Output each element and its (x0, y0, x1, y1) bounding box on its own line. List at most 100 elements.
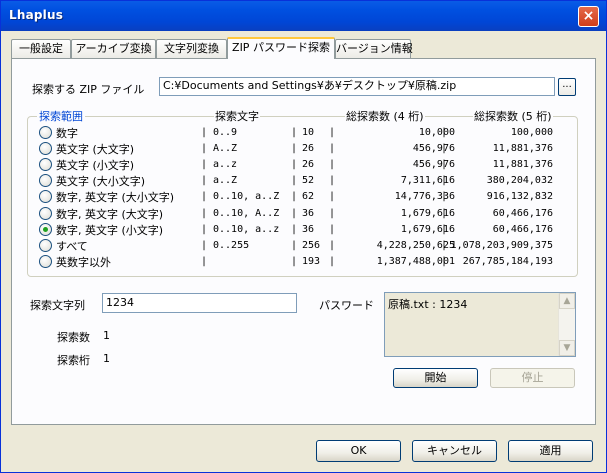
scroll-down-icon[interactable]: ▼ (559, 340, 575, 356)
separator: | (441, 240, 448, 251)
separator: | (291, 240, 298, 251)
range-option-count: 26 (302, 159, 315, 170)
title-bar[interactable]: Lhaplus × (1, 1, 606, 31)
range-option-label: 数字, 英文字 (大小文字) (56, 191, 175, 204)
range-option-count: 36 (302, 224, 315, 235)
separator: | (441, 127, 448, 138)
range-option-label: 数字, 英文字 (小文字) (56, 224, 164, 237)
range-option-total-5: 100,000 (510, 127, 553, 138)
ok-button[interactable]: OK (316, 440, 401, 462)
separator: | (441, 191, 448, 202)
scroll-up-icon[interactable]: ▲ (559, 293, 575, 309)
search-range-legend: 探索範囲 (37, 108, 85, 124)
range-option-total-4: 10,000 (418, 127, 455, 138)
range-option-total-4: 4,228,250,625 (376, 240, 455, 251)
radio-icon[interactable] (39, 158, 52, 171)
window-title: Lhaplus (9, 8, 64, 22)
range-option-count: 36 (302, 208, 315, 219)
range-option-total-5: 916,132,832 (486, 191, 553, 202)
separator: | (441, 159, 448, 170)
radio-icon[interactable] (39, 255, 52, 268)
range-option-row[interactable]: 英数字以外 | | 193 | 1,387,488,001 | 267,785,184,193 (39, 254, 559, 270)
range-option-count: 10 (302, 127, 315, 138)
range-option-row[interactable]: すべて | 0..255 | 256 | 4,228,250,625 | 1,078,203,9… (39, 238, 559, 254)
radio-icon[interactable] (39, 142, 52, 155)
range-option-row[interactable]: 数字 | 0..9 | 10 | 10,000 | 100,000 (39, 125, 559, 141)
radio-icon[interactable] (39, 126, 52, 139)
separator: | (201, 240, 208, 251)
separator: | (201, 208, 208, 219)
separator: | (291, 224, 298, 235)
separator: | (291, 256, 298, 267)
range-option-label: 英文字 (大文字) (56, 143, 135, 156)
separator: | (291, 208, 298, 219)
separator: | (201, 175, 208, 186)
range-option-count: 62 (302, 191, 315, 202)
separator: | (441, 143, 448, 154)
range-option-label: 英数字以外 (56, 256, 111, 269)
separator: | (291, 191, 298, 202)
header-chars: 探索文字 (214, 108, 260, 124)
range-option-total-4: 14,776,336 (394, 191, 455, 202)
separator: | (291, 143, 298, 154)
separator: | (201, 127, 208, 138)
range-option-chars: 0..10, a..Z (213, 191, 280, 202)
range-option-total-4: 7,311,616 (400, 175, 455, 186)
range-option-total-5: 60,466,176 (492, 224, 553, 235)
tab-zip-password-search[interactable]: ZIP パスワード探索 (227, 37, 335, 59)
range-option-total-4: 1,679,616 (400, 208, 455, 219)
password-value: 原稿.txt : 1234 (388, 298, 468, 311)
range-option-label: すべて (56, 240, 88, 253)
range-option-row[interactable]: 英文字 (小文字) | a..z | 26 | 456,976 | 11,881,376 (39, 157, 559, 173)
range-option-chars: 0..255 (213, 240, 250, 251)
apply-button[interactable]: 適用 (508, 440, 593, 462)
range-option-row[interactable]: 英文字 (大小文字) | a..Z | 52 | 7,311,616 | 380,204,032 (39, 173, 559, 189)
range-option-total-5: 1,078,203,909,375 (450, 240, 553, 251)
separator: | (291, 127, 298, 138)
target-file-input[interactable]: C:¥Documents and Settings¥あ¥デスクトップ¥原稿.zi… (159, 77, 555, 96)
range-option-row[interactable]: 数字, 英文字 (小文字) | 0..10, a..z | 36 | 1,679,616 | 6… (39, 222, 559, 238)
separator: | (441, 208, 448, 219)
radio-icon[interactable] (39, 239, 52, 252)
separator: | (291, 159, 298, 170)
separator: | (201, 159, 208, 170)
range-option-count: 26 (302, 143, 315, 154)
range-option-total-4: 1,387,488,001 (376, 256, 455, 267)
radio-icon[interactable] (39, 207, 52, 220)
search-count-label: 探索数 (57, 331, 90, 344)
range-option-row[interactable]: 数字, 英文字 (大小文字) | 0..10, a..Z | 62 | 14,776,336… (39, 189, 559, 205)
header-total-4: 総探索数 (4 桁) (345, 108, 425, 124)
range-option-label: 数字 (56, 127, 78, 140)
start-button[interactable]: 開始 (393, 368, 478, 388)
password-scrollbar[interactable]: ▲ ▼ (558, 293, 575, 356)
tab-archive-convert[interactable]: アーカイブ変換 (71, 39, 156, 58)
separator: | (441, 224, 448, 235)
stop-button[interactable]: 停止 (490, 368, 575, 388)
range-option-total-5: 11,881,376 (492, 143, 553, 154)
radio-dot-icon (43, 227, 48, 232)
header-total-5: 総探索数 (5 桁) (473, 108, 553, 124)
tab-version-info[interactable]: バージョン情報 (335, 39, 413, 58)
tab-general[interactable]: 一般設定 (11, 39, 71, 58)
browse-button[interactable]: ... (558, 78, 576, 96)
search-string-input[interactable]: 1234 (102, 293, 297, 313)
range-option-total-5: 267,785,184,193 (462, 256, 553, 267)
range-option-row[interactable]: 数字, 英文字 (大文字) | 0..10, A..Z | 36 | 1,679,616 | 6… (39, 206, 559, 222)
tab-string-convert[interactable]: 文字列変換 (156, 39, 227, 58)
separator: | (201, 143, 208, 154)
range-option-total-4: 456,976 (412, 159, 455, 170)
radio-icon[interactable] (39, 174, 52, 187)
search-digits-label: 探索桁 (57, 354, 90, 367)
radio-icon[interactable] (39, 190, 52, 203)
range-option-row[interactable]: 英文字 (大文字) | A..Z | 26 | 456,976 | 11,881,376 (39, 141, 559, 157)
separator: | (441, 175, 448, 186)
password-output[interactable]: 原稿.txt : 1234 ▲ ▼ (384, 292, 576, 357)
separator: | (201, 256, 208, 267)
range-option-total-4: 1,679,616 (400, 224, 455, 235)
close-icon[interactable]: × (578, 6, 599, 27)
range-option-total-5: 11,881,376 (492, 159, 553, 170)
range-option-chars: a..z (213, 159, 238, 170)
radio-selected-icon[interactable] (39, 223, 52, 236)
cancel-button[interactable]: キャンセル (412, 440, 497, 462)
range-option-chars: a..Z (213, 175, 238, 186)
